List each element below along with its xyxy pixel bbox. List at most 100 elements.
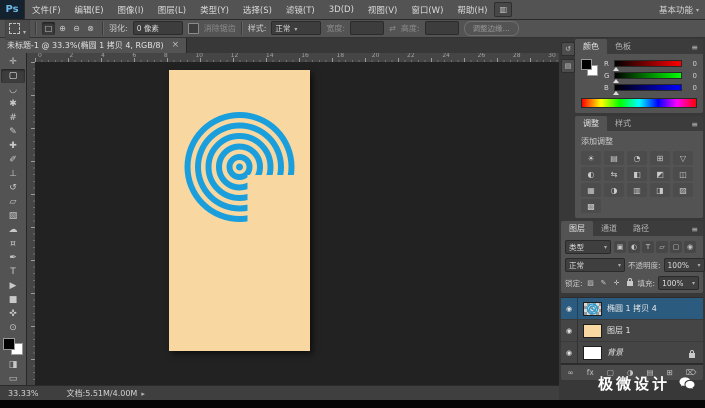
brightness-contrast-icon[interactable]: ☀ (581, 151, 601, 165)
curves-icon[interactable]: ◔ (627, 151, 647, 165)
lock-pixels-icon[interactable]: ✎ (599, 278, 609, 289)
channel-slider[interactable] (613, 84, 682, 95)
canvas-area[interactable] (35, 62, 559, 386)
panel-grid-icon[interactable]: ▥ (494, 2, 513, 17)
foreground-color-swatch[interactable] (581, 59, 592, 70)
menu-item-1[interactable]: 编辑(E) (68, 0, 111, 19)
layer-visibility-toggle[interactable]: ◉ (561, 320, 578, 341)
antialias-checkbox[interactable] (187, 22, 199, 34)
color-lookup-icon[interactable]: ▦ (581, 183, 601, 197)
opacity-field[interactable]: 100% (663, 258, 705, 272)
link-layers-icon[interactable]: ∞ (568, 368, 574, 377)
tab-color[interactable]: 颜色 (575, 39, 607, 54)
channel-mixer-icon[interactable]: ◫ (673, 167, 693, 181)
fill-field[interactable]: 100% (658, 276, 700, 290)
hue-saturation-icon[interactable]: ◐ (581, 167, 601, 181)
levels-icon[interactable]: ▤ (604, 151, 624, 165)
channel-slider-knob[interactable] (613, 79, 619, 83)
eyedropper-tool[interactable]: ✎ (1, 125, 25, 139)
menu-item-5[interactable]: 选择(S) (236, 0, 279, 19)
layer-row[interactable]: ◉ 图层 1 (561, 320, 703, 342)
pen-tool[interactable]: ✒ (1, 251, 25, 265)
layer-thumbnail[interactable] (583, 323, 602, 338)
refine-edge-button[interactable]: 调整边缘… (463, 20, 520, 36)
layer-row[interactable]: ◉ 背景 (561, 342, 703, 363)
layer-visibility-toggle[interactable]: ◉ (561, 342, 578, 363)
exposure-icon[interactable]: ⊞ (650, 151, 670, 165)
color-balance-icon[interactable]: ⇆ (604, 167, 624, 181)
vibrance-icon[interactable]: ▽ (673, 151, 693, 165)
feather-input[interactable]: 0 像素 (132, 21, 183, 35)
status-menu-arrow-icon[interactable] (141, 389, 145, 398)
threshold-icon[interactable]: ◨ (650, 183, 670, 197)
move-tool[interactable]: ✛ (1, 55, 25, 69)
hand-tool[interactable]: ✜ (1, 307, 25, 321)
new-selection-icon[interactable]: □ (42, 21, 56, 35)
gradient-map-icon[interactable]: ▨ (673, 183, 693, 197)
rectangle-tool[interactable]: ■ (1, 293, 25, 307)
zoom-level-field[interactable]: 33.33% (0, 389, 47, 398)
clone-stamp-tool[interactable]: ⊥ (1, 167, 25, 181)
document-canvas[interactable] (169, 70, 310, 351)
filter-shape-layers-icon[interactable]: ▱ (656, 241, 668, 253)
black-white-icon[interactable]: ◧ (627, 167, 647, 181)
layer-style-icon[interactable]: fx (587, 368, 594, 377)
dodge-tool[interactable]: ¤ (1, 237, 25, 251)
zoom-tool[interactable]: ⊙ (1, 321, 25, 335)
lock-all-icon[interactable] (625, 277, 635, 289)
menu-item-9[interactable]: 窗口(W) (404, 0, 450, 19)
tab-adjustments[interactable]: 调整 (575, 116, 607, 131)
menu-item-0[interactable]: 文件(F) (25, 0, 68, 19)
filter-pixel-layers-icon[interactable]: ▣ (614, 241, 626, 253)
intersect-selection-icon[interactable]: ⊗ (84, 22, 97, 35)
brush-tool[interactable]: ✐ (1, 153, 25, 167)
photo-filter-icon[interactable]: ◩ (650, 167, 670, 181)
quick-mask-icon[interactable]: ◨ (1, 358, 25, 372)
posterize-icon[interactable]: ▥ (627, 183, 647, 197)
screen-mode-icon[interactable]: ▭ (1, 372, 25, 386)
channel-slider[interactable] (613, 60, 682, 71)
add-to-selection-icon[interactable]: ⊕ (56, 22, 69, 35)
tab-layers-2[interactable]: 路径 (625, 221, 657, 236)
menu-item-4[interactable]: 类型(Y) (193, 0, 236, 19)
crop-tool[interactable]: # (1, 111, 25, 125)
layer-thumbnail[interactable] (583, 345, 602, 360)
lasso-tool[interactable]: ◡ (1, 83, 25, 97)
color-panel-swatches[interactable] (581, 59, 598, 76)
panel-menu-icon[interactable] (691, 217, 703, 236)
layer-visibility-toggle[interactable]: ◉ (561, 298, 578, 319)
gradient-tool[interactable]: ▧ (1, 209, 25, 223)
blend-mode-dropdown[interactable]: 正常 (565, 258, 625, 272)
subtract-from-selection-icon[interactable]: ⊖ (70, 22, 83, 35)
history-panel-icon[interactable]: ↺ (561, 42, 575, 56)
filter-adjustment-layers-icon[interactable]: ◐ (628, 241, 640, 253)
history-brush-tool[interactable]: ↺ (1, 181, 25, 195)
lock-transparency-icon[interactable]: ▨ (586, 278, 596, 289)
channel-slider[interactable] (613, 72, 682, 83)
tab-layers-1[interactable]: 通道 (593, 221, 625, 236)
width-input[interactable] (350, 21, 385, 35)
channel-value[interactable]: 0 (685, 84, 697, 92)
tab-styles[interactable]: 样式 (607, 116, 639, 131)
menu-item-8[interactable]: 视图(V) (361, 0, 404, 19)
close-icon[interactable]: × (172, 40, 180, 50)
filter-smart-objects-icon[interactable]: ▢ (670, 241, 682, 253)
menu-item-6[interactable]: 滤镜(T) (279, 0, 322, 19)
selective-color-icon[interactable]: ▩ (581, 199, 601, 213)
blur-tool[interactable]: ☁ (1, 223, 25, 237)
rectangular-marquee-tool[interactable]: ▢ (1, 69, 25, 83)
tab-layers-0[interactable]: 图层 (561, 221, 593, 236)
channel-value[interactable]: 0 (685, 60, 697, 68)
panel-menu-icon[interactable] (691, 112, 703, 131)
style-dropdown[interactable]: 正常 (271, 21, 322, 35)
quick-selection-tool[interactable]: ✱ (1, 97, 25, 111)
filter-type-layers-icon[interactable]: T (642, 241, 654, 253)
foreground-color-swatch[interactable] (3, 338, 15, 350)
invert-icon[interactable]: ◑ (604, 183, 624, 197)
menu-item-2[interactable]: 图像(I) (111, 0, 151, 19)
workspace-switcher[interactable]: 基本功能 (653, 4, 705, 16)
menu-item-7[interactable]: 3D(D) (322, 0, 361, 19)
menu-item-3[interactable]: 图层(L) (151, 0, 193, 19)
type-tool[interactable]: T (1, 265, 25, 279)
height-input[interactable] (424, 21, 459, 35)
